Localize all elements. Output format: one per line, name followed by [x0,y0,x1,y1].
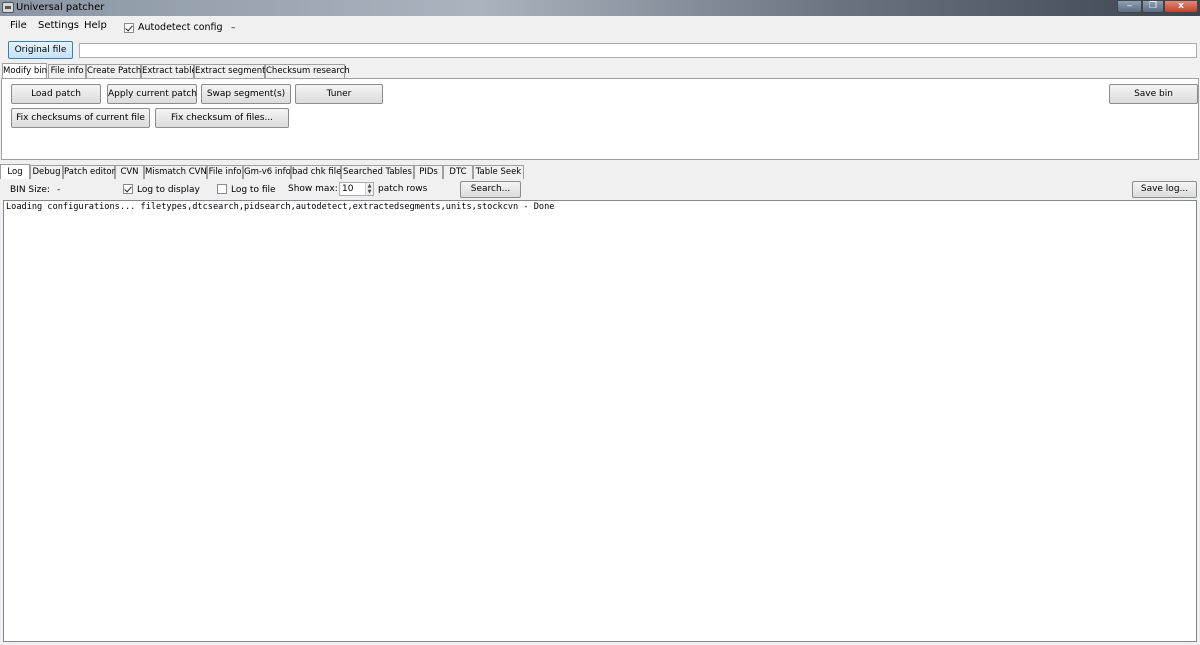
log-textbox[interactable]: Loading configurations... filetypes,dtcs… [3,200,1197,642]
menu-file[interactable]: File [10,20,27,32]
autodetect-config-checkbox[interactable] [124,23,134,33]
top-tabs: Modify bin File info Create Patch Extrac… [2,63,1198,78]
stepper-arrows[interactable]: ▲ ▼ [365,183,373,195]
app-icon [2,2,14,13]
show-max-value[interactable]: 10 [342,183,353,195]
log-to-display-label: Log to display [137,185,200,195]
tab-dtc[interactable]: DTC [443,165,473,179]
tab-mismatch-cvn[interactable]: Mismatch CVN [144,165,207,179]
tab-gm-v6-info[interactable]: Gm-v6 info [243,165,291,179]
tab-searched-tables[interactable]: Searched Tables [341,165,414,179]
save-bin-button[interactable]: Save bin [1109,84,1198,104]
log-to-file-checkbox[interactable] [217,184,227,194]
save-log-button[interactable]: Save log... [1132,181,1197,198]
tab-modify-bin[interactable]: Modify bin [2,63,47,78]
tab-extract-segments[interactable]: Extract segments [194,64,270,78]
menu-settings[interactable]: Settings [38,20,79,32]
log-to-display-checkbox[interactable] [123,184,133,194]
minimize-button[interactable]: ‒ [1117,0,1142,13]
patch-rows-label: patch rows [378,184,428,194]
status-dash: – [231,23,236,33]
fix-checksums-current-file-button[interactable]: Fix checksums of current file [11,108,150,128]
close-button[interactable]: x [1164,0,1198,13]
fix-checksum-of-files-button[interactable]: Fix checksum of files... [155,108,289,128]
swap-segments-button[interactable]: Swap segment(s) [201,84,291,104]
tab-bad-chk-file[interactable]: bad chk file [291,165,341,179]
tab-pids[interactable]: PIDs [414,165,443,179]
log-text: Loading configurations... filetypes,dtcs… [6,202,555,212]
tab-debug[interactable]: Debug [30,165,63,179]
log-to-file-label: Log to file [231,185,276,195]
menu-bar: File Settings Help Autodetect config – [0,16,1200,38]
tab-log[interactable]: Log [0,164,30,179]
stepper-down-icon[interactable]: ▼ [366,189,373,195]
modify-bin-panel: Load patch Apply current patch Swap segm… [1,78,1199,160]
load-patch-button[interactable]: Load patch [11,84,101,104]
menu-help[interactable]: Help [84,20,107,32]
search-button[interactable]: Search... [460,181,521,198]
bin-size-label: BIN Size: [10,185,50,195]
tab-file-info-log[interactable]: File info [207,165,243,179]
title-bar: Universal patcher ‒ ❐ x [0,0,1200,16]
show-max-label: Show max: [288,184,338,194]
tuner-button[interactable]: Tuner [295,84,383,104]
window-title: Universal patcher [16,2,105,13]
tab-checksum-research[interactable]: Checksum research [265,64,350,78]
bottom-tabs: Log Debug Patch editor CVN Mismatch CVN … [0,164,1200,179]
autodetect-config-label: Autodetect config [138,22,223,33]
show-max-stepper[interactable]: 10 ▲ ▼ [339,182,374,196]
tab-create-patch[interactable]: Create Patch [86,64,141,78]
maximize-button[interactable]: ❐ [1142,0,1164,13]
tab-table-seek[interactable]: Table Seek [473,165,524,179]
apply-current-patch-button[interactable]: Apply current patch [107,84,197,104]
tab-cvn[interactable]: CVN [115,165,144,179]
bin-size-value: - [57,185,61,195]
tab-patch-editor[interactable]: Patch editor [63,165,115,179]
original-file-path-input[interactable] [79,43,1197,58]
original-file-row: Original file [0,38,1200,62]
tab-extract-table[interactable]: Extract table [141,64,197,78]
original-file-button[interactable]: Original file [8,41,73,59]
tab-file-info[interactable]: File info [48,64,86,78]
